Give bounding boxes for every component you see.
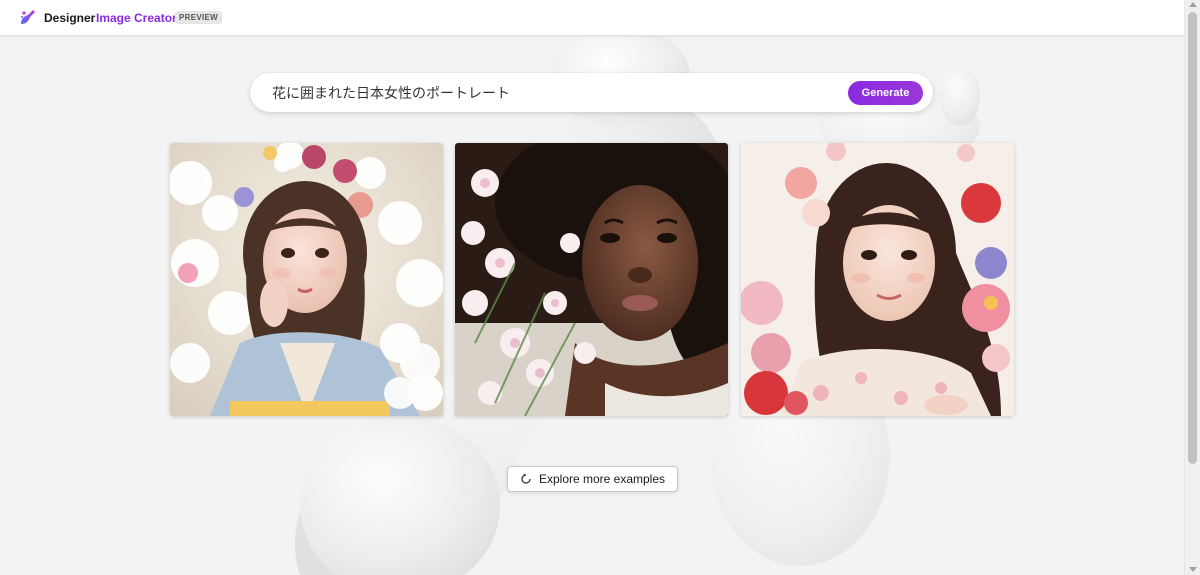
product-name[interactable]: Image Creator xyxy=(96,11,177,25)
generate-button[interactable]: Generate xyxy=(848,81,923,105)
scroll-down-arrow-icon[interactable] xyxy=(1189,567,1197,572)
portrait-image xyxy=(741,143,1014,416)
generated-image-3[interactable] xyxy=(741,143,1014,416)
refresh-icon xyxy=(520,473,532,485)
prompt-bar: Generate xyxy=(250,73,933,112)
explore-more-button[interactable]: Explore more examples xyxy=(507,466,678,492)
generated-image-2[interactable] xyxy=(455,143,728,416)
portrait-image xyxy=(170,143,443,416)
app-header: Designer Image Creator PREVIEW xyxy=(0,0,1184,36)
vertical-scrollbar[interactable] xyxy=(1184,0,1200,575)
designer-logo-icon[interactable] xyxy=(18,7,38,27)
scroll-up-arrow-icon[interactable] xyxy=(1189,2,1197,7)
generated-image-1[interactable] xyxy=(170,143,443,416)
explore-more-label: Explore more examples xyxy=(538,472,666,486)
scrollbar-thumb[interactable] xyxy=(1188,12,1197,464)
prompt-input[interactable] xyxy=(272,81,842,105)
preview-badge: PREVIEW xyxy=(175,11,222,24)
brand-name[interactable]: Designer xyxy=(44,11,95,25)
portrait-image xyxy=(455,143,728,416)
